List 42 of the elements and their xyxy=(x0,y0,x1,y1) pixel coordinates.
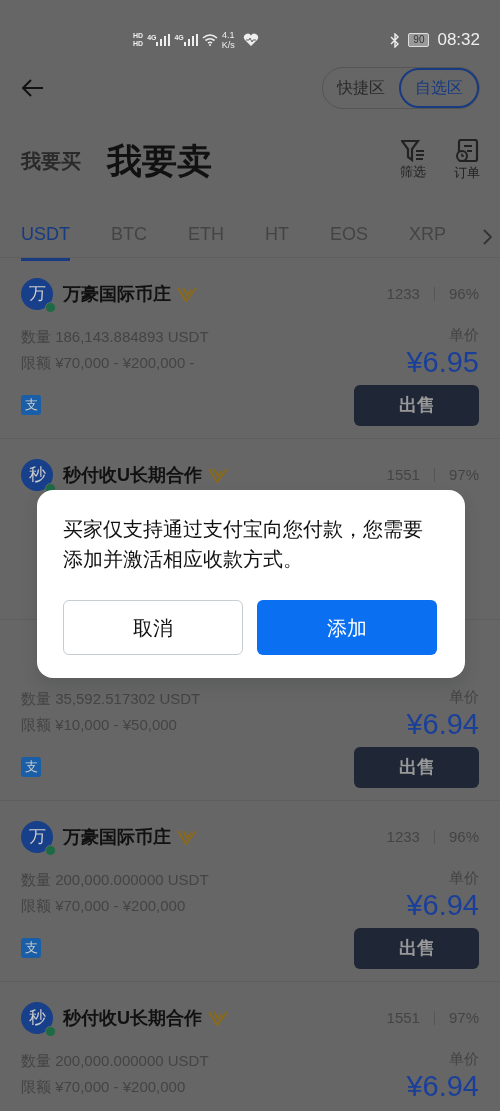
avatar-letter: 秒 xyxy=(28,1007,46,1030)
cancel-button[interactable]: 取消 xyxy=(63,600,243,655)
orders-icon xyxy=(455,139,479,164)
price-value: ¥6.95 xyxy=(406,346,479,377)
alipay-badge: 支 xyxy=(21,757,41,777)
alipay-badge: 支 xyxy=(21,395,41,415)
sell-button[interactable]: 出售 xyxy=(354,384,479,426)
merchant-name: 万豪国际币庄 xyxy=(63,282,171,306)
avatar-letter: 万 xyxy=(28,826,46,849)
add-button[interactable]: 添加 xyxy=(257,600,437,655)
mode-tab[interactable]: 我要买 xyxy=(21,146,81,176)
avatar-letter: 秒 xyxy=(28,464,46,487)
coin-tab[interactable]: USDT xyxy=(21,221,70,261)
mode-tab[interactable]: 我要卖 xyxy=(107,134,212,188)
speed-unit: K/s xyxy=(221,40,235,50)
chevron-right-icon xyxy=(483,228,492,245)
price-value: ¥6.94 xyxy=(406,889,479,920)
merchant-name: 秒付收U长期合作 xyxy=(63,1006,202,1030)
sell-button[interactable]: 出售 xyxy=(354,927,479,969)
price-value: ¥6.94 xyxy=(406,708,479,739)
avatar-letter: 万 xyxy=(28,283,46,306)
dialog-message: 买家仅支持通过支付宝向您付款，您需要添加并激活相应收款方式。 xyxy=(63,517,424,572)
filter-icon xyxy=(401,140,425,163)
price-value: ¥6.94 xyxy=(406,1070,479,1101)
action-button[interactable]: 订单 xyxy=(454,139,480,183)
segment-tab[interactable]: 快捷区 xyxy=(323,68,399,108)
heart-icon xyxy=(242,33,259,47)
alipay-badge: 支 xyxy=(21,938,41,958)
merchant-name: 秒付收U长期合作 xyxy=(63,463,202,487)
sell-button[interactable]: 出售 xyxy=(354,746,479,788)
back-arrow-icon xyxy=(21,78,45,98)
wifi-icon xyxy=(201,34,218,46)
bluetooth-icon xyxy=(390,32,401,48)
merchant-name: 万豪国际币庄 xyxy=(63,825,171,849)
clock-time: 08:32 xyxy=(437,29,480,52)
battery-indicator: 90 xyxy=(408,33,430,47)
signal-icon xyxy=(183,34,198,46)
speed-value: 4.1 xyxy=(221,30,235,40)
signal-icon xyxy=(156,34,171,46)
action-button[interactable]: 筛选 xyxy=(400,140,426,182)
segment-tab[interactable]: 自选区 xyxy=(399,68,479,108)
back-button[interactable] xyxy=(21,78,45,98)
